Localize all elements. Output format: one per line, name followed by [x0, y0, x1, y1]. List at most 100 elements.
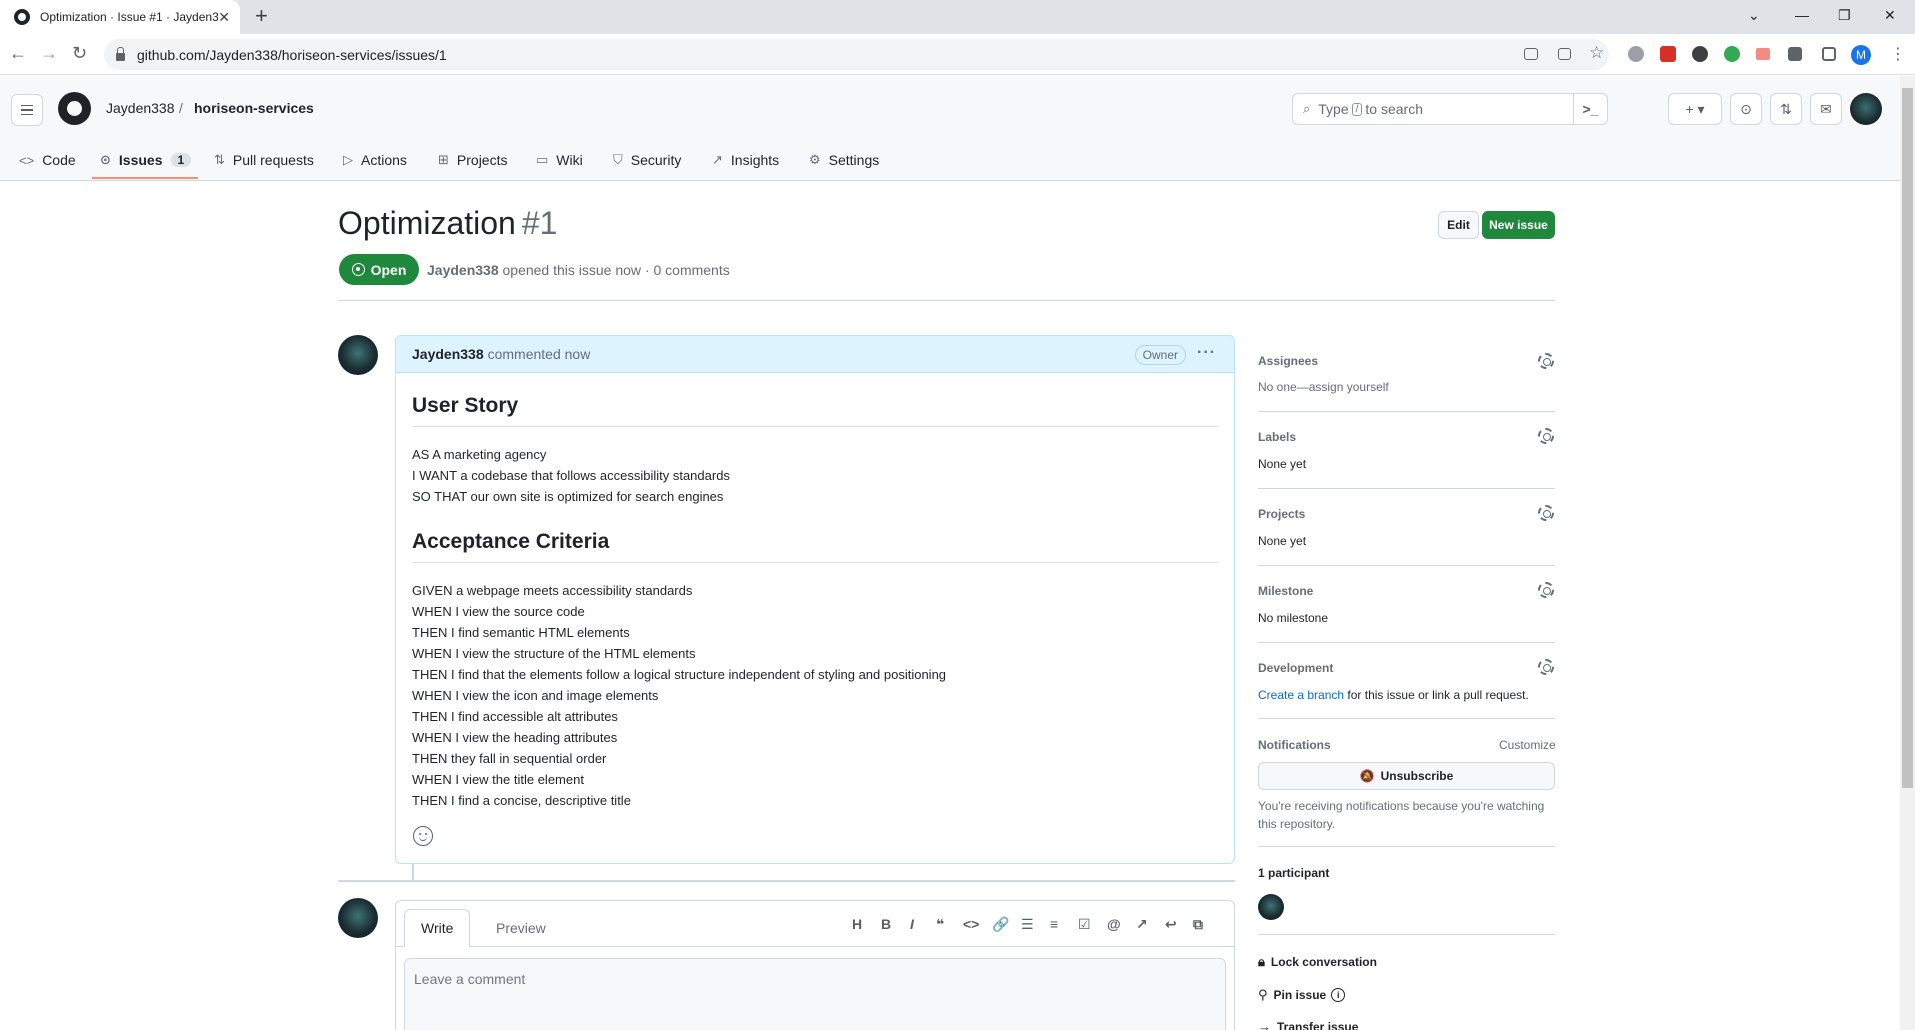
extensions-puzzle-icon[interactable]	[1788, 47, 1802, 61]
development-label[interactable]: Development	[1258, 661, 1333, 675]
comment-textarea[interactable]: Leave a comment	[404, 958, 1226, 1030]
add-reaction-smiley-icon[interactable]	[413, 826, 433, 846]
unsubscribe-button[interactable]: 🔕 Unsubscribe	[1258, 762, 1555, 790]
bold-tool-icon[interactable]: B	[881, 916, 891, 932]
inbox-icon-button[interactable]: ✉	[1810, 93, 1842, 125]
reload-icon[interactable]: ↻	[72, 42, 87, 64]
github-logo-icon[interactable]	[58, 92, 91, 125]
window-close-icon[interactable]: ✕	[1884, 0, 1896, 30]
avatar[interactable]	[338, 335, 378, 375]
issue-number: #1	[521, 205, 558, 241]
code-tool-icon[interactable]: <>	[963, 916, 979, 932]
tab-actions[interactable]: ▷ Actions	[343, 148, 407, 172]
transfer-label: Transfer issue	[1277, 1019, 1359, 1030]
side-panel-icon[interactable]	[1822, 47, 1836, 61]
milestone-gear-icon[interactable]	[1538, 582, 1554, 598]
issues-icon-button[interactable]: ⊙	[1730, 93, 1762, 125]
pin-issue-link[interactable]: ⚲ Pin issue i	[1258, 987, 1346, 1003]
tab-security[interactable]: ⛉ Security	[613, 148, 681, 172]
comment-timestamp[interactable]: commented now	[488, 346, 591, 362]
tab-wiki[interactable]: ▭ Wiki	[536, 148, 583, 172]
milestone-label[interactable]: Milestone	[1258, 584, 1313, 598]
breadcrumb-owner[interactable]: Jayden338	[106, 100, 175, 116]
tab-settings-label: Settings	[828, 152, 880, 168]
tab-issues[interactable]: ⊙ Issues 1	[100, 148, 192, 172]
quote-tool-icon[interactable]: ❝	[936, 916, 944, 933]
tab-pull-requests[interactable]: ⇅ Pull requests	[214, 148, 314, 172]
green-extension-icon[interactable]	[1724, 46, 1740, 62]
link-tool-icon[interactable]: 🔗	[992, 916, 1009, 933]
share-icon[interactable]	[1558, 48, 1571, 60]
ordered-list-tool-icon[interactable]: ≡	[1050, 916, 1058, 932]
mention-tool-icon[interactable]: @	[1107, 916, 1121, 932]
reference-tool-icon[interactable]: ↗	[1136, 916, 1148, 933]
browser-tabstrip: Optimization · Issue #1 · Jayden338 ✕ + …	[0, 0, 1915, 34]
minimize-icon[interactable]: —	[1795, 0, 1809, 30]
restore-icon[interactable]: ❐	[1838, 0, 1851, 30]
url-text[interactable]: github.com/Jayden338/horiseon-services/i…	[137, 47, 447, 63]
forward-icon[interactable]: →	[40, 42, 58, 64]
adblock-extension-icon[interactable]	[1628, 46, 1644, 62]
info-icon[interactable]: i	[1331, 988, 1346, 1002]
profile-avatar[interactable]: M	[1851, 45, 1871, 65]
tab-projects[interactable]: ⊞ Projects	[438, 148, 507, 172]
development-gear-icon[interactable]	[1538, 659, 1554, 675]
spy-extension-icon[interactable]	[1692, 46, 1708, 62]
install-icon[interactable]	[1524, 48, 1538, 60]
global-search-input[interactable]: ⌕ Type / to search >_	[1292, 93, 1608, 125]
user-avatar[interactable]	[1850, 93, 1882, 125]
story-line: SO THAT our own site is optimized for se…	[412, 489, 724, 504]
new-issue-button[interactable]: New issue	[1482, 211, 1555, 239]
unordered-list-tool-icon[interactable]: ☰	[1021, 916, 1034, 933]
issue-author-link[interactable]: Jayden338	[427, 262, 499, 278]
lock-conversation-link[interactable]: 🔒︎ Lock conversation	[1258, 954, 1377, 970]
tab-search-chevron-icon[interactable]: ⌄	[1748, 0, 1760, 30]
customize-link[interactable]: Customize	[1499, 738, 1556, 752]
tab-settings[interactable]: ⚙ Settings	[809, 148, 879, 172]
red-extension-icon[interactable]	[1756, 48, 1770, 60]
new-tab-button[interactable]: +	[255, 4, 268, 28]
tab-code[interactable]: <> Code	[19, 148, 76, 172]
breadcrumb-repo[interactable]: horiseon-services	[194, 100, 314, 116]
video-extension-icon[interactable]	[1660, 46, 1676, 62]
tab-write[interactable]: Write	[404, 909, 471, 947]
assignees-label[interactable]: Assignees	[1258, 354, 1318, 368]
global-menu-button[interactable]	[11, 94, 43, 126]
slash-command-tool-icon[interactable]: ⧉	[1193, 916, 1203, 933]
bell-slash-icon: 🔕	[1359, 769, 1375, 783]
search-suffix: to search	[1365, 101, 1424, 117]
create-branch-link[interactable]: Create a branch	[1258, 688, 1344, 702]
assignees-gear-icon[interactable]	[1538, 353, 1554, 369]
back-icon[interactable]: ←	[9, 42, 27, 64]
avatar[interactable]	[338, 898, 378, 938]
create-new-button[interactable]: + ▾	[1668, 93, 1722, 125]
browser-tab[interactable]: Optimization · Issue #1 · Jayden338 ✕	[0, 0, 240, 34]
git-pull-request-icon: ⇅	[214, 152, 225, 167]
task-list-tool-icon[interactable]: ☑	[1078, 916, 1091, 933]
comment-author-link[interactable]: Jayden338	[412, 346, 484, 362]
bookmark-star-icon[interactable]: ☆	[1589, 43, 1605, 62]
projects-gear-icon[interactable]	[1538, 505, 1554, 521]
assign-yourself-link[interactable]: assign yourself	[1309, 380, 1389, 394]
tab-code-label: Code	[42, 152, 76, 168]
kebab-menu-icon[interactable]: ···	[1197, 344, 1216, 362]
transfer-issue-link[interactable]: → Transfer issue	[1258, 1019, 1358, 1030]
projects-label[interactable]: Projects	[1258, 507, 1305, 521]
command-palette-icon[interactable]: >_	[1573, 94, 1607, 124]
saved-reply-tool-icon[interactable]: ↩	[1165, 916, 1177, 933]
story-line: I WANT a codebase that follows accessibi…	[412, 468, 730, 483]
site-info-lock-icon[interactable]	[116, 46, 125, 61]
tab-insights[interactable]: ↗ Insights	[712, 148, 779, 172]
participant-avatar[interactable]	[1258, 894, 1284, 920]
scrollbar-thumb[interactable]	[1902, 88, 1913, 788]
heading-tool-icon[interactable]: H	[852, 916, 862, 932]
labels-gear-icon[interactable]	[1538, 428, 1554, 444]
italic-tool-icon[interactable]: I	[910, 916, 914, 932]
pull-requests-icon-button[interactable]: ⇅	[1770, 93, 1802, 125]
tab-close-icon[interactable]: ✕	[218, 9, 230, 26]
omnibox[interactable]: github.com/Jayden338/horiseon-services/i…	[104, 39, 1609, 70]
tab-preview[interactable]: Preview	[480, 909, 562, 947]
browser-menu-icon[interactable]: ⋮	[1890, 44, 1906, 63]
labels-label[interactable]: Labels	[1258, 430, 1296, 444]
edit-button[interactable]: Edit	[1438, 211, 1479, 239]
